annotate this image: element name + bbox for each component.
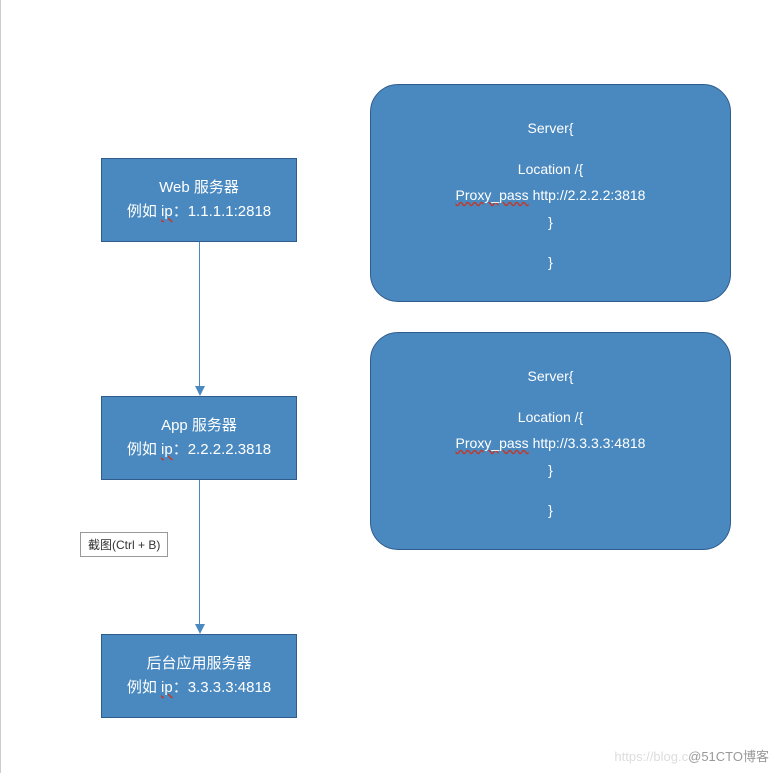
arrow-app-to-backend: [199, 480, 200, 624]
server-top-proxy: Proxy_pass http://2.2.2.2:3818: [456, 182, 646, 209]
server-bottom-header: Server{: [528, 363, 574, 390]
arrow-head-web-to-app: [195, 386, 205, 396]
server-bottom-proxy: Proxy_pass http://3.3.3.3:4818: [456, 430, 646, 457]
arrow-head-app-to-backend: [195, 624, 205, 634]
server-top-header: Server{: [528, 115, 574, 142]
server-top-location: Location /{: [518, 156, 583, 183]
arrow-web-to-app: [199, 242, 200, 386]
node-app-subtitle: 例如 ip：2.2.2.2.3818: [127, 438, 271, 462]
server-bottom-close2: }: [548, 497, 553, 524]
server-config-top: Server{ Location /{ Proxy_pass http://2.…: [370, 84, 731, 302]
node-app-title: App 服务器: [161, 414, 237, 438]
server-top-close1: }: [548, 209, 553, 236]
node-app-server: App 服务器 例如 ip：2.2.2.2.3818: [101, 396, 297, 480]
node-web-subtitle: 例如 ip：1.1.1.1:2818: [127, 200, 271, 224]
server-bottom-close1: }: [548, 457, 553, 484]
server-config-bottom: Server{ Location /{ Proxy_pass http://3.…: [370, 332, 731, 550]
node-web-server: Web 服务器 例如 ip：1.1.1.1:2818: [101, 158, 297, 242]
left-border: [0, 0, 1, 773]
node-backend-title: 后台应用服务器: [146, 652, 251, 676]
node-backend-server: 后台应用服务器 例如 ip：3.3.3.3:4818: [101, 634, 297, 718]
screenshot-tooltip: 截图(Ctrl + B): [80, 532, 168, 557]
node-web-title: Web 服务器: [159, 176, 239, 200]
watermark: https://blog.c@51CTO博客: [614, 746, 769, 765]
node-backend-subtitle: 例如 ip：3.3.3.3:4818: [127, 676, 271, 700]
server-bottom-location: Location /{: [518, 404, 583, 431]
server-top-close2: }: [548, 249, 553, 276]
